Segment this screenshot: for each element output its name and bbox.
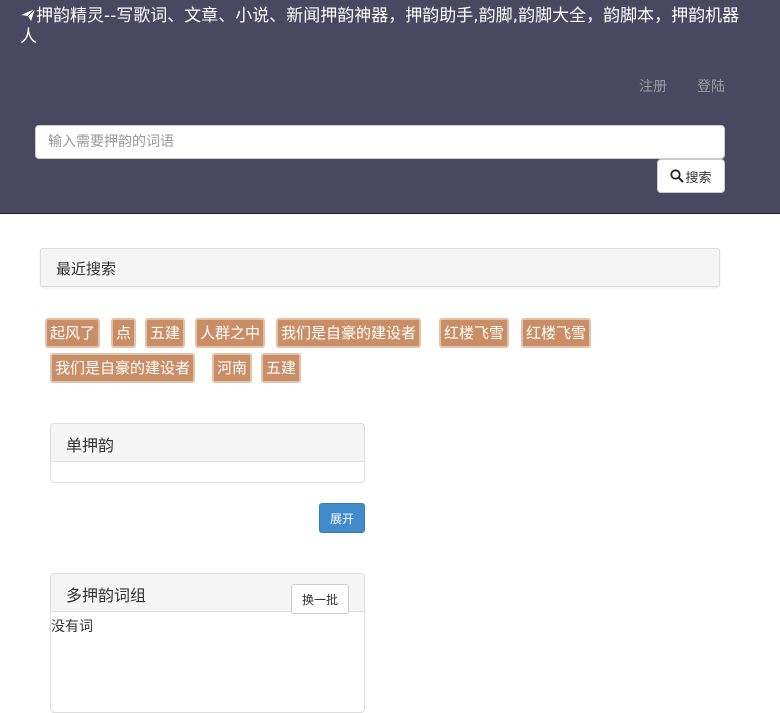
recent-tag[interactable]: 我们是自豪的建设者 xyxy=(50,353,196,383)
recent-search-panel: 最近搜索 xyxy=(40,248,720,287)
login-link[interactable]: 登陆 xyxy=(697,76,725,96)
search-button[interactable]: 搜索 xyxy=(657,159,725,193)
expand-button[interactable]: 展开 xyxy=(319,503,365,533)
recent-tag[interactable]: 人群之中 xyxy=(195,318,266,348)
recent-tag[interactable]: 五建 xyxy=(261,353,302,383)
search-button-label: 搜索 xyxy=(685,169,712,185)
recent-tag[interactable]: 红楼飞雪 xyxy=(521,318,592,348)
recent-search-title: 最近搜索 xyxy=(56,260,117,278)
empty-result-text: 没有词 xyxy=(51,619,93,635)
recent-tag[interactable]: 点 xyxy=(111,318,137,348)
recent-tag[interactable]: 河南 xyxy=(212,353,253,383)
header-bar: 押韵精灵--写歌词、文章、小说、新闻押韵神器，押韵助手,韵脚,韵脚大全，韵脚本，… xyxy=(0,0,780,214)
recent-tag[interactable]: 五建 xyxy=(145,318,186,348)
recent-tag[interactable]: 红楼飞雪 xyxy=(439,318,510,348)
brand-title-text: 押韵精灵--写歌词、文章、小说、新闻押韵神器，押韵助手,韵脚,韵脚大全，韵脚本，… xyxy=(20,6,740,47)
paper-plane-icon xyxy=(21,8,36,21)
recent-tag[interactable]: 我们是自豪的建设者 xyxy=(276,318,422,348)
recent-tag[interactable]: 起风了 xyxy=(45,318,101,348)
single-rhyme-title: 单押韵 xyxy=(51,424,364,462)
register-link[interactable]: 注册 xyxy=(639,76,667,96)
single-rhyme-panel: 单押韵 xyxy=(50,423,365,483)
search-input[interactable] xyxy=(35,125,725,159)
brand-title[interactable]: 押韵精灵--写歌词、文章、小说、新闻押韵神器，押韵助手,韵脚,韵脚大全，韵脚本，… xyxy=(20,6,750,48)
refresh-batch-button[interactable]: 换一批 xyxy=(291,584,349,614)
search-icon xyxy=(670,169,685,183)
